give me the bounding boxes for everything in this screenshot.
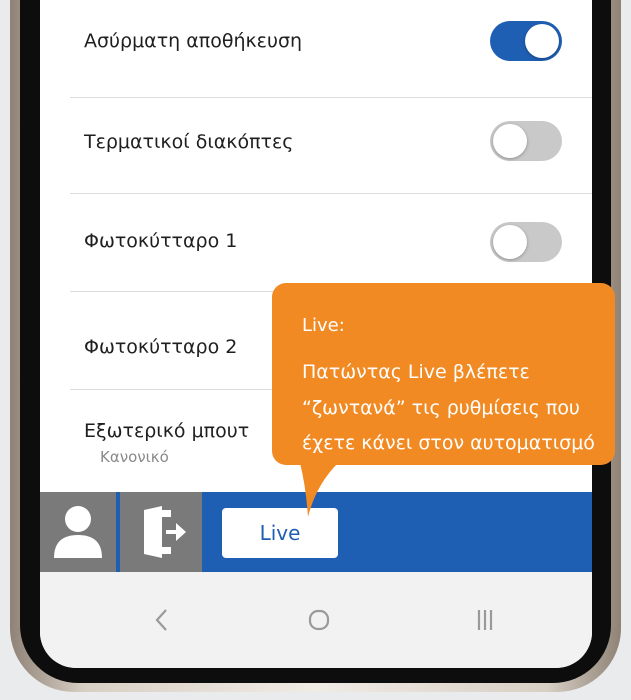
setting-row-limit-switches[interactable]: Τερματικοί διακόπτες	[40, 98, 592, 194]
system-nav-bar	[40, 572, 592, 668]
logout-button[interactable]	[120, 492, 202, 572]
toggle-knob	[493, 225, 527, 259]
setting-label: Ασύρματη αποθήκευση	[84, 30, 303, 52]
recents-lines-icon	[477, 610, 493, 630]
callout-title: Live:	[302, 315, 345, 336]
setting-sublabel: Κανονικό	[100, 448, 169, 466]
profile-button[interactable]	[40, 492, 116, 572]
setting-row-photocell-1[interactable]: Φωτοκύτταρο 1	[40, 194, 592, 290]
setting-row-wireless-save[interactable]: Ασύρματη αποθήκευση	[40, 0, 592, 90]
home-button[interactable]	[294, 602, 344, 638]
chevron-left-icon	[155, 609, 167, 631]
toggle-knob	[525, 24, 559, 58]
person-icon	[54, 506, 102, 558]
setting-label: Εξωτερικό μπουτ	[84, 420, 250, 442]
live-tooltip-callout: Live: Πατώντας Live βλέπετε “ζωντανά” τι…	[272, 283, 615, 465]
setting-label: Τερματικοί διακόπτες	[84, 131, 294, 153]
recents-button[interactable]	[460, 602, 510, 638]
photocell-1-toggle[interactable]	[490, 222, 562, 262]
door-exit-icon	[144, 506, 186, 558]
setting-label: Φωτοκύτταρο 2	[84, 336, 238, 358]
callout-pointer	[300, 463, 338, 517]
home-circle-icon	[308, 609, 330, 631]
toggle-knob	[493, 124, 527, 158]
limit-switches-toggle[interactable]	[490, 121, 562, 161]
back-button[interactable]	[137, 602, 187, 638]
callout-text-line: έχετε κάνει στον αυτοματισμό	[302, 432, 595, 454]
callout-text-line: Πατώντας Live βλέπετε	[302, 361, 530, 383]
wireless-save-toggle[interactable]	[490, 21, 562, 61]
setting-label: Φωτοκύτταρο 1	[84, 230, 238, 252]
callout-text-line: “ζωντανά” τις ρυθμίσεις που	[302, 397, 580, 419]
